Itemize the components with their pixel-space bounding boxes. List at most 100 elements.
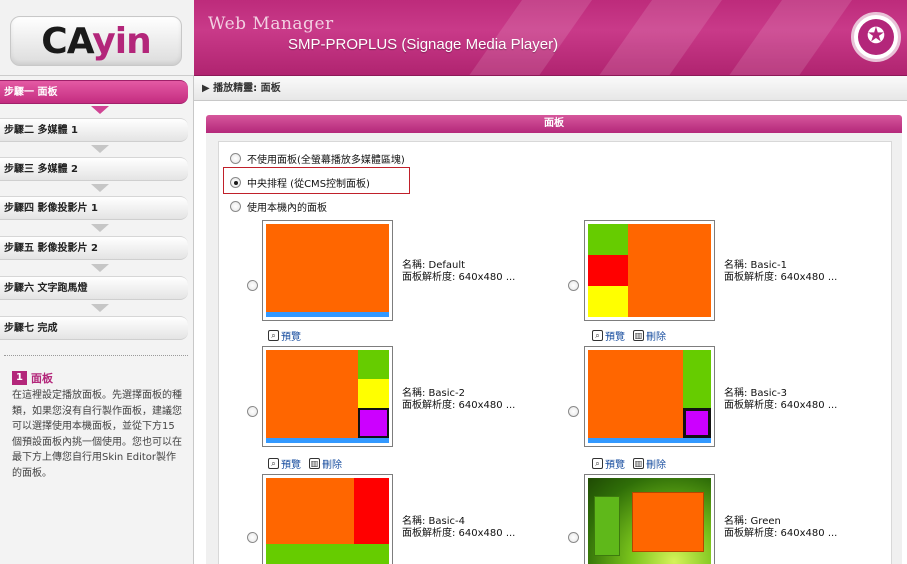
panel-section-title: 面板 [206, 115, 902, 133]
template-thumbnail-basic-2[interactable] [262, 346, 393, 447]
sidebar: 步驟一 面板 步驟二 多媒體 1 步驟三 多媒體 2 步驟四 影像投影片 1 步… [0, 76, 194, 564]
zone-main [632, 492, 704, 552]
template-name: 名稱: Basic-4 [402, 516, 465, 527]
template-radio-basic-2[interactable] [247, 406, 258, 417]
zone-green [683, 350, 711, 408]
template-radio-basic-3[interactable] [568, 406, 579, 417]
logo-text-part2: yin [92, 21, 151, 62]
template-resolution: 面板解析度: 640x480 ... [402, 272, 516, 283]
breadcrumb: ▶ 播放精靈: 面板 [194, 76, 907, 101]
option-label: 不使用面板(全螢幕播放多媒體區塊) [247, 155, 405, 166]
logo-text-part1: CA [41, 21, 93, 62]
template-name: 名稱: Basic-2 [402, 388, 465, 399]
step-5-slideshow-2[interactable]: 步驟五 影像投影片 2 [0, 236, 188, 260]
template-name: 名稱: Green [724, 516, 781, 527]
help-number-badge: 1 [12, 371, 27, 385]
step-arrow-icon [91, 264, 109, 272]
magnifier-icon: ⌕ [268, 458, 279, 469]
template-thumbnail-basic-1[interactable] [584, 220, 715, 321]
app-title: Web Manager [208, 14, 334, 34]
logo-area: CAyin [0, 0, 194, 76]
zone-purple [683, 408, 711, 438]
delete-link[interactable]: ▥ 刪除 [633, 328, 666, 343]
template-radio-basic-4[interactable] [247, 532, 258, 543]
template-radio-default[interactable] [247, 280, 258, 291]
template-thumbnail-basic-4[interactable] [262, 474, 393, 564]
step-arrow-icon [91, 304, 109, 312]
zone-yellow [358, 379, 389, 408]
radio-button-selected[interactable] [230, 177, 241, 188]
radio-button[interactable] [230, 153, 241, 164]
template-thumbnail-basic-3[interactable] [584, 346, 715, 447]
template-thumbnail-default[interactable] [262, 220, 393, 321]
magnifier-icon: ⌕ [268, 330, 279, 341]
header-stripe [711, 0, 867, 75]
device-name: SMP-PROPLUS (Signage Media Player) [288, 36, 559, 53]
step-arrow-icon [91, 184, 109, 192]
preview-link[interactable]: ⌕ 預覽 [268, 328, 301, 343]
web-manager-app: CAyin Web Manager SMP-PROPLUS (Signage M… [0, 0, 907, 564]
option-central-schedule[interactable]: 中央排程 (從CMS控制面板) [230, 175, 370, 190]
help-title: 1 面板 [12, 370, 53, 386]
zone-purple [358, 408, 389, 438]
step-arrow-icon [91, 145, 109, 153]
zone-main [266, 224, 389, 312]
step-1-panel[interactable]: 步驟一 面板 [0, 80, 188, 104]
help-title-text: 面板 [31, 372, 53, 385]
delete-link[interactable]: ▥ 刪除 [309, 456, 342, 471]
step-4-slideshow-1[interactable]: 步驟四 影像投影片 1 [0, 196, 188, 220]
radio-button[interactable] [230, 201, 241, 212]
trash-icon: ▥ [633, 330, 644, 341]
template-name: 名稱: Basic-3 [724, 388, 787, 399]
template-radio-basic-1[interactable] [568, 280, 579, 291]
cayin-logo: CAyin [10, 16, 182, 66]
zone-ticker [588, 438, 711, 443]
trash-icon: ▥ [309, 458, 320, 469]
preview-link[interactable]: ⌕ 預覽 [268, 456, 301, 471]
help-text: 在這裡設定播放面板。先選擇面板的種類，如果您沒有自行製作面板，建議您可以選擇使用… [12, 390, 182, 479]
zone-main [266, 478, 354, 544]
zone-green [588, 224, 628, 255]
template-resolution: 面板解析度: 640x480 ... [402, 528, 516, 539]
preview-link[interactable]: ⌕ 預覽 [592, 328, 625, 343]
zone-yellow [588, 286, 628, 317]
option-no-panel[interactable]: 不使用面板(全螢幕播放多媒體區塊) [230, 151, 405, 166]
magnifier-icon: ⌕ [592, 330, 603, 341]
step-arrow-icon [91, 106, 109, 114]
step-3-media-2[interactable]: 步驟三 多媒體 2 [0, 157, 188, 181]
header-banner: Web Manager SMP-PROPLUS (Signage Media P… [194, 0, 907, 76]
header-stripe [581, 0, 737, 75]
zone-green [594, 496, 620, 556]
zone-red [354, 478, 389, 544]
zone-main [628, 224, 711, 317]
template-name: 名稱: Basic-1 [724, 260, 787, 271]
template-radio-green[interactable] [568, 532, 579, 543]
preview-link[interactable]: ⌕ 預覽 [592, 456, 625, 471]
trash-icon: ▥ [633, 458, 644, 469]
zone-red [588, 255, 628, 286]
zone-main [588, 350, 683, 438]
template-resolution: 面板解析度: 640x480 ... [724, 400, 838, 411]
option-label: 中央排程 (從CMS控制面板) [247, 179, 370, 190]
sidebar-divider [4, 355, 188, 356]
zone-green [266, 544, 389, 564]
step-2-media-1[interactable]: 步驟二 多媒體 1 [0, 118, 188, 142]
delete-link[interactable]: ▥ 刪除 [633, 456, 666, 471]
zone-green [358, 350, 389, 379]
zone-ticker [266, 438, 389, 443]
template-resolution: 面板解析度: 640x480 ... [724, 528, 838, 539]
template-resolution: 面板解析度: 640x480 ... [402, 400, 516, 411]
zone-ticker [266, 312, 389, 317]
star-emblem-icon: ✪ [858, 19, 894, 55]
badge-icon: ✪ [851, 12, 901, 62]
zone-main [266, 350, 358, 438]
magnifier-icon: ⌕ [592, 458, 603, 469]
option-label: 使用本機內的面板 [247, 203, 327, 214]
step-7-finish[interactable]: 步驟七 完成 [0, 316, 188, 340]
template-name: 名稱: Default [402, 260, 466, 271]
step-6-ticker[interactable]: 步驟六 文字跑馬燈 [0, 276, 188, 300]
template-resolution: 面板解析度: 640x480 ... [724, 272, 838, 283]
step-arrow-icon [91, 224, 109, 232]
template-thumbnail-green[interactable] [584, 474, 715, 564]
option-local-panel[interactable]: 使用本機內的面板 [230, 199, 327, 214]
